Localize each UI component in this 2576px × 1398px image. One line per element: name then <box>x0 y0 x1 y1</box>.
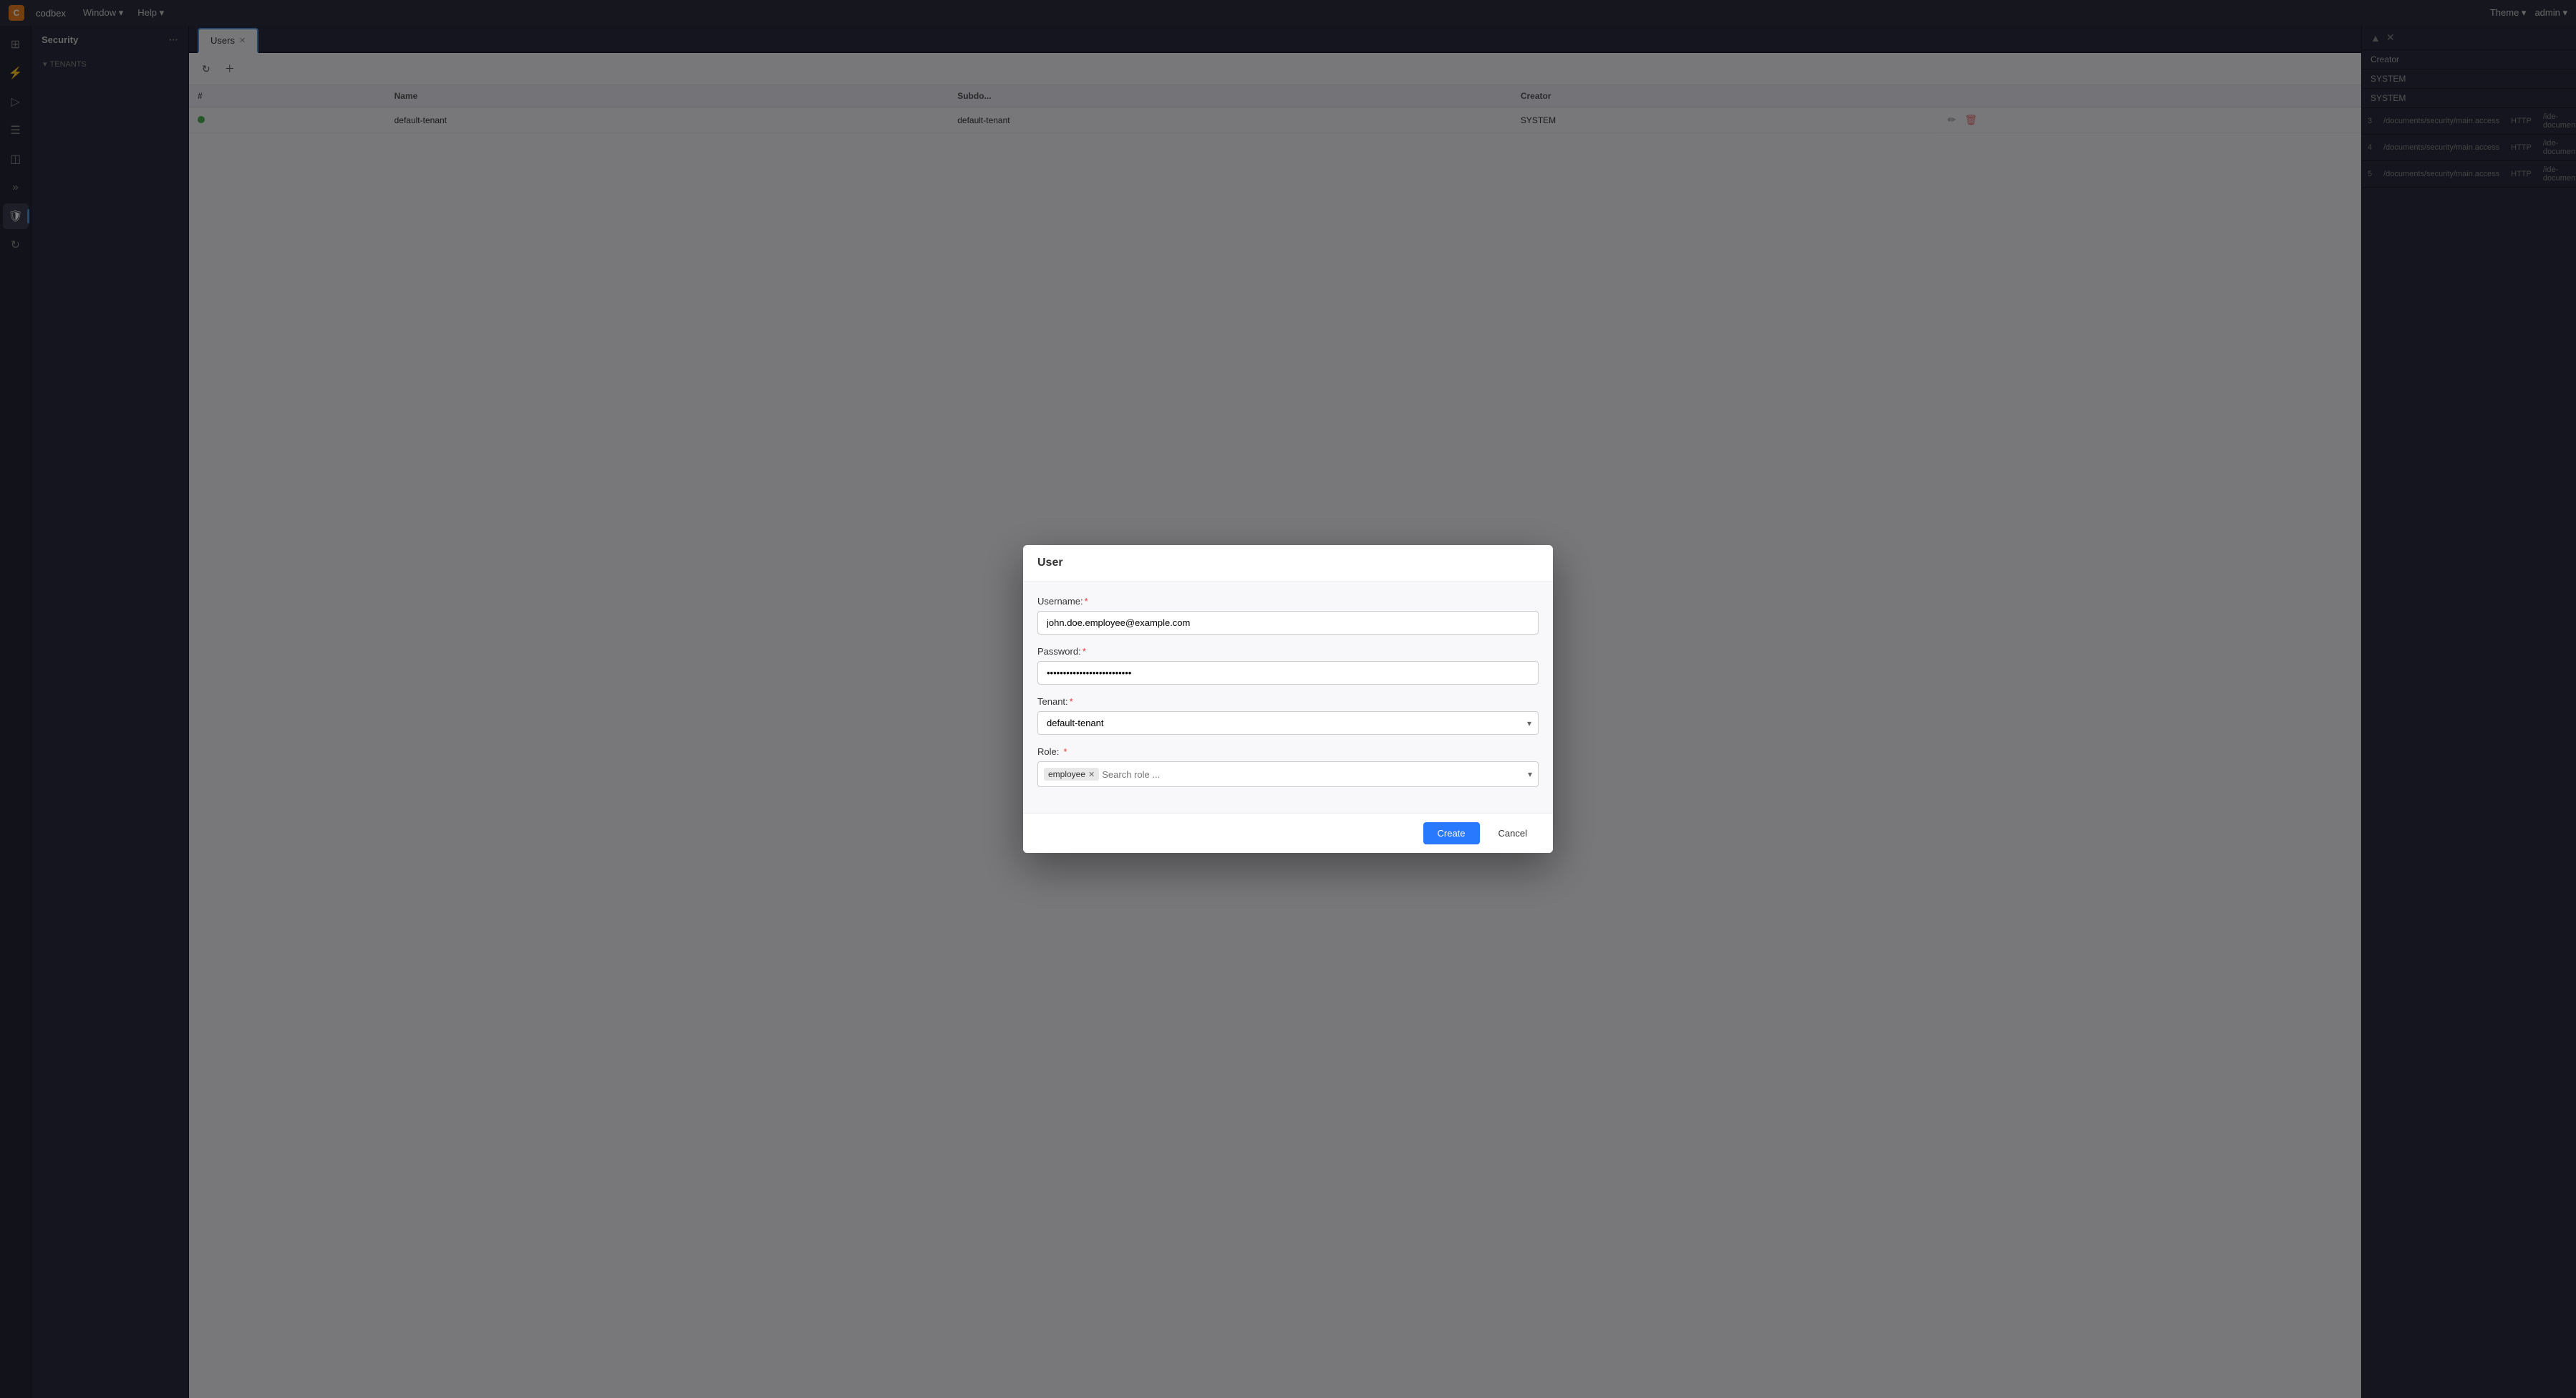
password-required: * <box>1083 646 1086 657</box>
username-field-row: Username:* <box>1037 596 1539 635</box>
username-input[interactable] <box>1037 611 1539 635</box>
username-label: Username:* <box>1037 596 1539 607</box>
role-input-wrapper[interactable]: employee ✕ ▾ <box>1037 761 1539 787</box>
password-input[interactable] <box>1037 661 1539 685</box>
dialog-title: User <box>1037 556 1063 569</box>
tenant-required: * <box>1070 696 1073 707</box>
tenant-select[interactable]: default-tenant <box>1037 711 1539 735</box>
cancel-button[interactable]: Cancel <box>1487 822 1539 844</box>
dialog-header: User <box>1023 545 1553 582</box>
role-label: Role:* <box>1037 746 1539 757</box>
role-chevron-icon: ▾ <box>1528 769 1532 779</box>
role-required: * <box>1063 746 1067 757</box>
tenant-select-wrapper: default-tenant ▾ <box>1037 711 1539 735</box>
role-search-input[interactable] <box>1102 769 1525 780</box>
create-button[interactable]: Create <box>1423 822 1480 844</box>
username-required: * <box>1085 596 1088 607</box>
password-label: Password:* <box>1037 646 1539 657</box>
tenant-label: Tenant:* <box>1037 696 1539 707</box>
user-dialog: User Username:* Password:* Tenan <box>1023 545 1553 853</box>
role-tag-remove[interactable]: ✕ <box>1088 770 1095 779</box>
tenant-field-row: Tenant:* default-tenant ▾ <box>1037 696 1539 735</box>
password-field-row: Password:* <box>1037 646 1539 685</box>
role-field-row: Role:* employee ✕ ▾ <box>1037 746 1539 787</box>
role-tag-employee: employee ✕ <box>1044 768 1099 781</box>
dialog-footer: Create Cancel <box>1023 813 1553 853</box>
role-tag-label: employee <box>1048 769 1085 779</box>
dialog-body: Username:* Password:* Tenant:* default-t… <box>1023 582 1553 813</box>
dialog-overlay[interactable]: User Username:* Password:* Tenan <box>0 0 2576 1398</box>
